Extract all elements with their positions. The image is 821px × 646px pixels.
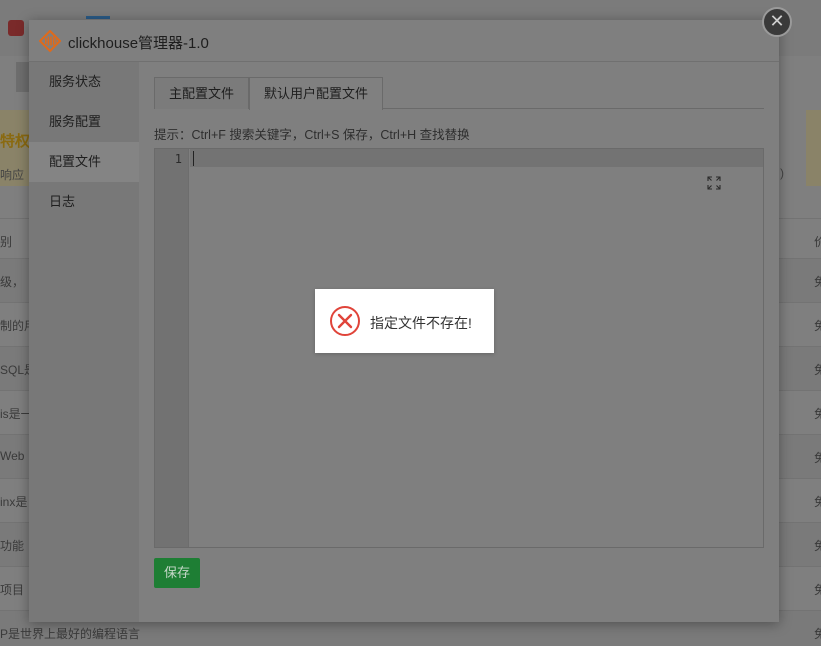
background-nav-indicator (86, 16, 110, 19)
sidebar-item-service-config[interactable]: 服务配置 (29, 102, 139, 142)
background-subtitle: 响应 (0, 168, 25, 182)
tab-main-config[interactable]: 主配置文件 (154, 77, 250, 109)
error-circle-icon (330, 306, 360, 336)
background-title: 特权 (0, 133, 31, 150)
background-banner-right (806, 110, 821, 186)
close-icon: ✕ (769, 11, 785, 31)
dialog-header: clickhouse管理器-1.0 (29, 20, 779, 62)
sidebar-item-logs[interactable]: 日志 (29, 182, 139, 222)
clickhouse-app-icon (39, 30, 61, 52)
editor-hint: 提示：Ctrl+F 搜索关键字，Ctrl+S 保存，Ctrl+H 查找替换 (154, 128, 470, 142)
editor-gutter: 1 (155, 149, 189, 547)
error-toast: 指定文件不存在! (315, 289, 494, 353)
config-file-tabs: 主配置文件 默认用户配置文件 (154, 77, 764, 110)
tab-default-user-config[interactable]: 默认用户配置文件 (249, 77, 384, 110)
sidebar-item-config-files[interactable]: 配置文件 (29, 142, 139, 182)
editor-cursor (193, 151, 194, 166)
line-number: 1 (174, 152, 182, 166)
dialog-sidebar: 服务状态 服务配置 配置文件 日志 (29, 62, 139, 622)
toast-message: 指定文件不存在! (370, 315, 472, 331)
sidebar-item-service-status[interactable]: 服务状态 (29, 62, 139, 102)
save-button[interactable]: 保存 (154, 558, 200, 588)
background-logo (8, 20, 24, 36)
editor-active-line (190, 149, 763, 167)
dialog-close-button[interactable]: ✕ (762, 7, 792, 37)
dialog-title: clickhouse管理器-1.0 (68, 35, 209, 52)
background-subtitle-right: ) (780, 166, 784, 180)
fullscreen-expand-icon[interactable] (707, 176, 721, 190)
